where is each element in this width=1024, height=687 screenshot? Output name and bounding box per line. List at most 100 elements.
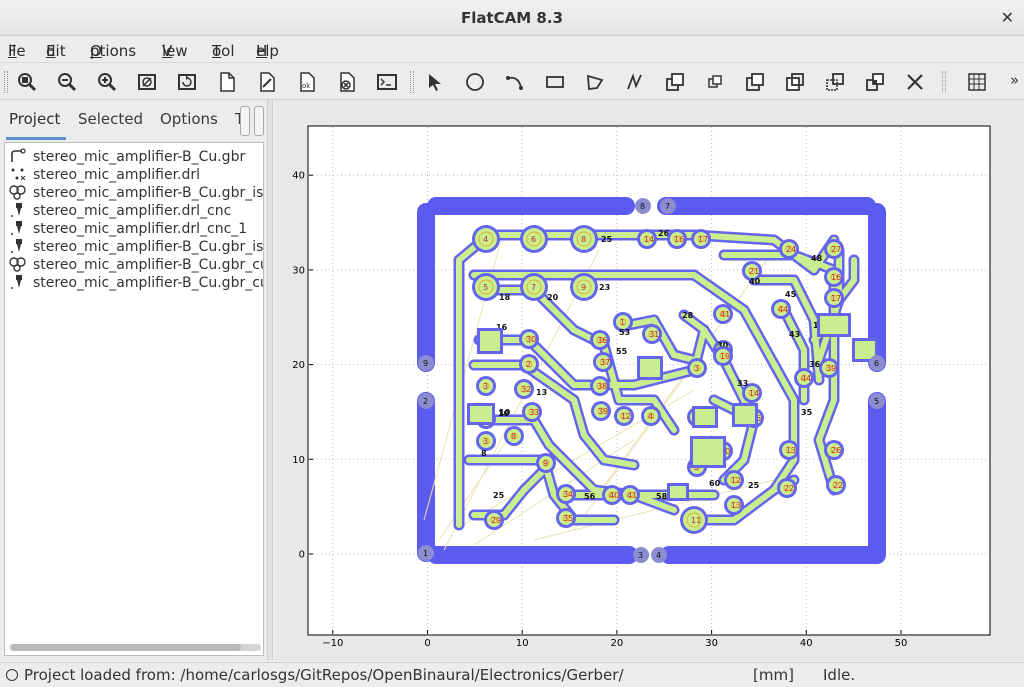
project-item[interactable]: stereo_mic_amplifier-B_Cu.gbr_cutout	[9, 256, 263, 274]
geometry-icon	[9, 256, 27, 272]
pad-label: 22	[784, 484, 794, 493]
union-tool-icon[interactable]	[742, 69, 768, 95]
pad-label: 9	[543, 459, 548, 468]
pad-label: 56	[584, 492, 596, 501]
pad-label: 3	[694, 364, 699, 373]
pad-label: 43	[789, 330, 800, 339]
toolbar-grip[interactable]	[410, 71, 414, 93]
pad-label: 13	[786, 446, 796, 455]
toolbar-overflow-button[interactable]: »	[1010, 71, 1019, 89]
intersection-tool-icon[interactable]	[782, 69, 808, 95]
scrollbar-thumb[interactable]	[11, 644, 241, 651]
panel-splitter[interactable]	[267, 100, 273, 660]
x-tick-label: 10	[516, 638, 529, 649]
x-tick-label: 30	[705, 638, 718, 649]
pad-label: 27	[831, 245, 841, 254]
close-icon[interactable]: ✕	[1001, 8, 1014, 27]
project-item[interactable]: stereo_mic_amplifier.drl	[9, 166, 263, 184]
project-tree[interactable]: stereo_mic_amplifier-B_Cu.gbr stereo_mic_…	[4, 142, 264, 656]
zoom-fit-icon[interactable]	[14, 69, 40, 95]
square-pad	[480, 331, 500, 351]
cnc-icon	[9, 220, 27, 236]
subtraction-tool-icon[interactable]	[822, 69, 848, 95]
move-tool-icon[interactable]	[662, 69, 688, 95]
pad-label: 4	[648, 412, 653, 421]
pad-label: 41	[720, 310, 730, 319]
grid-snap-icon[interactable]	[964, 69, 990, 95]
pad-label: 35	[801, 408, 813, 417]
square-pad	[695, 409, 715, 425]
project-item-label: stereo_mic_amplifier-B_Cu.gbr_iso_cnc	[33, 239, 264, 255]
project-item[interactable]: stereo_mic_amplifier-B_Cu.gbr	[9, 148, 263, 166]
pad-label: 18	[499, 293, 511, 302]
select-tool-icon[interactable]	[422, 69, 448, 95]
x-tick-label: 20	[611, 638, 624, 649]
status-message: Project loaded from: /home/carlosgs/GitR…	[24, 666, 624, 684]
pad-label: 14	[644, 235, 654, 244]
pad-label: 36	[809, 360, 821, 369]
clear-plot-icon[interactable]	[134, 69, 160, 95]
x-tick-label: 0	[424, 638, 430, 649]
pad-label: 28	[682, 311, 694, 320]
cut-path-icon[interactable]	[862, 69, 888, 95]
polygon-tool-icon[interactable]	[582, 69, 608, 95]
pad-label: 12	[731, 476, 741, 485]
tab-project[interactable]: Project	[9, 110, 60, 128]
pad-label: 20	[547, 293, 559, 302]
square-pad	[735, 406, 755, 424]
horizontal-scrollbar[interactable]	[9, 644, 261, 651]
rectangle-tool-icon[interactable]	[542, 69, 568, 95]
tab-label: 3	[638, 551, 643, 560]
pad-label: 19	[720, 352, 730, 361]
zoom-out-icon[interactable]	[54, 69, 80, 95]
tab-selected[interactable]: Selected	[78, 110, 143, 128]
pad-label: 33	[529, 408, 539, 417]
pad-label: 40	[609, 491, 619, 500]
plot-canvas-area[interactable]: −10 0 10 20 30 40 50 0 10 20 30 40 4 6 8 25 14 26 16 17 5 18…	[274, 100, 1024, 660]
pad-label: 17	[831, 294, 841, 303]
copy-tool-icon[interactable]	[702, 69, 728, 95]
zoom-in-icon[interactable]	[94, 69, 120, 95]
delete-shape-icon[interactable]	[902, 69, 928, 95]
tab-scroll-left[interactable]	[240, 106, 250, 136]
toolbar: ok »	[0, 62, 1024, 100]
pad-label: 25	[493, 491, 505, 500]
project-item[interactable]: stereo_mic_amplifier.drl_cnc	[9, 202, 263, 220]
pad-label: 34	[563, 490, 573, 499]
y-tick-label: 40	[292, 171, 305, 182]
pad-label: 10	[498, 409, 510, 418]
pad-label: 22	[833, 481, 843, 490]
pad-label: 8	[511, 432, 516, 441]
project-item[interactable]: stereo_mic_amplifier-B_Cu.gbr_iso	[9, 184, 263, 202]
delete-object-icon[interactable]	[334, 69, 360, 95]
circle-tool-icon[interactable]	[462, 69, 488, 95]
update-geometry-icon[interactable]: ok	[294, 69, 320, 95]
tab-options[interactable]: Options	[160, 110, 218, 128]
toolbar-grip[interactable]	[942, 71, 946, 93]
tab-label: 1	[423, 549, 428, 558]
pad-label: 53	[619, 328, 630, 337]
new-geometry-icon[interactable]	[214, 69, 240, 95]
edit-geometry-icon[interactable]	[254, 69, 280, 95]
project-item[interactable]: stereo_mic_amplifier-B_Cu.gbr_cutout_cnc	[9, 274, 263, 292]
plot-canvas[interactable]: −10 0 10 20 30 40 50010203040 4 6 8 25 142616 17518…	[274, 100, 1024, 660]
project-item[interactable]: stereo_mic_amplifier.drl_cnc_1	[9, 220, 263, 238]
square-pad	[640, 359, 660, 377]
x-tick-label: −10	[322, 638, 343, 649]
path-tool-icon[interactable]	[622, 69, 648, 95]
square-pad	[670, 486, 686, 498]
pad-label: 25	[748, 481, 760, 490]
tab-scroll-right[interactable]	[254, 106, 264, 136]
pad-label: 4	[483, 235, 488, 244]
project-item[interactable]: stereo_mic_amplifier-B_Cu.gbr_iso_cnc	[9, 238, 264, 256]
pad-label: 37	[600, 358, 610, 367]
shell-icon[interactable]	[374, 69, 400, 95]
tab-label: 9	[423, 359, 428, 368]
pad-label: 40	[749, 277, 761, 286]
menu-bar: File Edit Options View Tool Help	[0, 36, 1024, 60]
replot-icon[interactable]	[174, 69, 200, 95]
arc-tool-icon[interactable]	[502, 69, 528, 95]
toolbar-grip[interactable]	[4, 71, 8, 93]
pad-label: 16	[831, 273, 841, 282]
project-item-label: stereo_mic_amplifier.drl_cnc	[33, 203, 232, 219]
